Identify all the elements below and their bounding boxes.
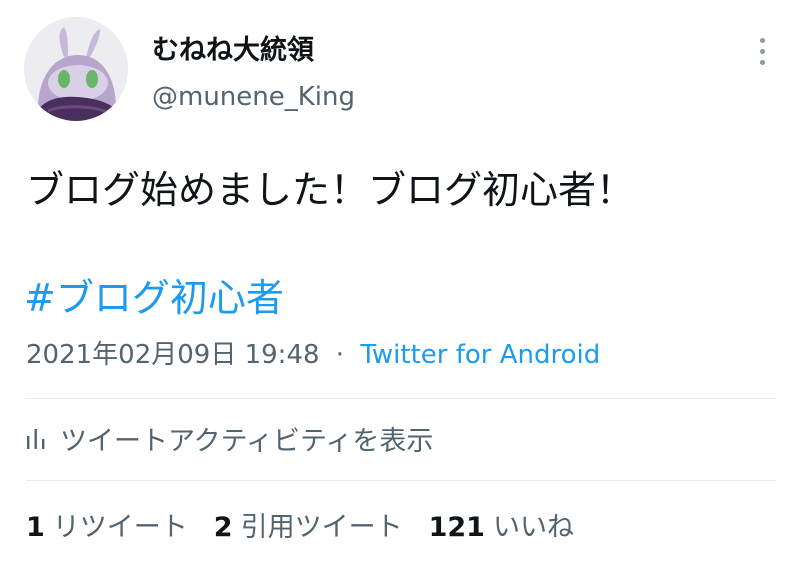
more-options-icon[interactable] [752,34,772,68]
meta-separator: · [335,340,345,370]
view-activity-label: ツイートアクティビティを表示 [60,425,434,457]
tweet-timestamp[interactable]: 2021年02月09日 19:48 [26,340,320,370]
like-count-label: いいね [492,512,574,543]
like-count[interactable]: 121 いいね [429,505,574,544]
divider [26,398,776,399]
goomy-avatar-illustration [24,17,128,121]
hashtag-link[interactable]: #ブログ初心者 [24,267,284,322]
author-display-name[interactable]: むねね大統領 [152,28,314,67]
retweet-count-label: リツイート [52,512,188,543]
tweet-text: ブログ始めました！ブログ初心者！ [26,168,635,212]
divider [26,480,776,481]
bar-chart-icon [27,429,45,449]
author-handle[interactable]: @munene_King [152,82,355,112]
quote-tweet-count-label: 引用ツイート [240,512,403,543]
retweet-count-number: 1 [26,512,45,543]
more-dot [760,38,765,43]
tweet-meta: 2021年02月09日 19:48 · Twitter for Android [26,334,600,371]
like-count-number: 121 [428,512,485,543]
engagement-stats: 1 リツイート 2 引用ツイート 121 いいね [26,505,574,544]
retweet-count[interactable]: 1 リツイート [26,505,188,544]
more-dot [760,60,765,65]
more-dot [760,49,765,54]
tweet-source-link[interactable]: Twitter for Android [360,340,600,370]
view-activity-button[interactable]: ツイートアクティビティを表示 [26,418,433,458]
quote-tweet-count[interactable]: 2 引用ツイート [214,505,403,544]
quote-tweet-count-number: 2 [213,512,233,543]
avatar[interactable] [24,17,128,121]
